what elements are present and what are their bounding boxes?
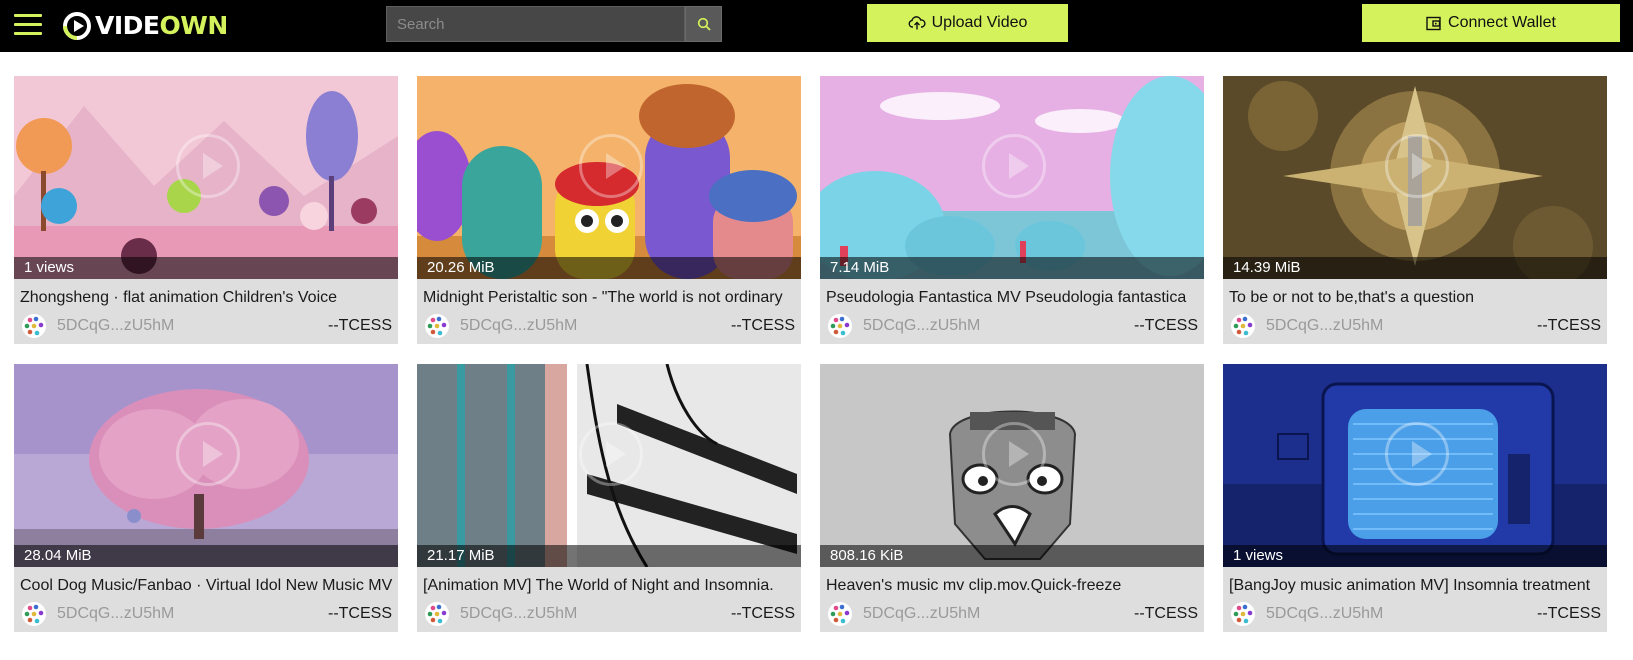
video-badge: 1 views [1223,545,1607,567]
author-name: --TCESS [328,605,392,622]
video-meta: 5DCqG...zU5hM --TCESS [423,602,795,626]
video-meta: 5DCqG...zU5hM --TCESS [826,314,1198,338]
video-card[interactable]: 20.26 MiB Midnight Peristaltic son - "Th… [417,76,801,344]
avatar [22,602,46,626]
video-card[interactable]: 14.39 MiB To be or not to be,that's a qu… [1223,76,1607,344]
author-name: --TCESS [328,317,392,334]
cloud-upload-icon [908,16,926,30]
search-bar [386,6,722,42]
wallet-icon [1426,16,1441,30]
author-name: --TCESS [731,317,795,334]
avatar [425,602,449,626]
video-badge: 21.17 MiB [417,545,801,567]
avatar [828,314,852,338]
video-card[interactable]: 7.14 MiB Pseudologia Fantastica MV Pseud… [820,76,1204,344]
play-icon [579,422,643,486]
author-name: --TCESS [1537,605,1601,622]
connect-wallet-label: Connect Wallet [1448,14,1556,31]
video-card[interactable]: 28.04 MiB Cool Dog Music/Fanbao · Virtua… [14,364,398,632]
menu-icon[interactable] [14,12,42,38]
play-icon [1385,422,1449,486]
avatar [828,602,852,626]
search-button[interactable] [685,6,722,42]
uploader-address[interactable]: 5DCqG...zU5hM [460,316,577,336]
video-meta: 5DCqG...zU5hM --TCESS [826,602,1198,626]
author-name: --TCESS [731,605,795,622]
video-title[interactable]: Cool Dog Music/Fanbao · Virtual Idol New… [20,576,394,596]
avatar [1231,314,1255,338]
uploader-address[interactable]: 5DCqG...zU5hM [863,604,980,624]
video-thumbnail[interactable] [14,364,398,567]
upload-video-button[interactable]: Upload Video [867,4,1068,42]
video-card[interactable]: 21.17 MiB [Animation MV] The World of Ni… [417,364,801,632]
video-card[interactable]: 1 views [BangJoy music animation MV] Ins… [1223,364,1607,632]
video-badge: 808.16 KiB [820,545,1204,567]
uploader-address[interactable]: 5DCqG...zU5hM [57,316,174,336]
video-thumbnail[interactable] [1223,364,1607,567]
author-name: --TCESS [1537,317,1601,334]
video-thumbnail[interactable] [820,364,1204,567]
uploader-address[interactable]: 5DCqG...zU5hM [57,604,174,624]
play-icon [982,134,1046,198]
video-title[interactable]: Heaven's music mv clip.mov.Quick-freeze [826,576,1200,596]
video-meta: 5DCqG...zU5hM --TCESS [423,314,795,338]
author-name: --TCESS [1134,317,1198,334]
video-title[interactable]: [Animation MV] The World of Night and In… [423,576,797,596]
search-input[interactable] [386,6,685,42]
play-icon [1385,134,1449,198]
top-navigation-bar: VIDEOWN Upload Video Connect Wallet [0,0,1633,52]
video-badge: 1 views [14,257,398,279]
video-thumbnail[interactable] [1223,76,1607,279]
video-card[interactable]: 808.16 KiB Heaven's music mv clip.mov.Qu… [820,364,1204,632]
videown-logo[interactable]: VIDEOWN [62,11,228,41]
video-badge: 7.14 MiB [820,257,1204,279]
video-meta: 5DCqG...zU5hM --TCESS [1229,602,1601,626]
video-meta: 5DCqG...zU5hM --TCESS [1229,314,1601,338]
play-icon [176,422,240,486]
author-name: --TCESS [1134,605,1198,622]
video-thumbnail[interactable] [417,76,801,279]
uploader-address[interactable]: 5DCqG...zU5hM [1266,604,1383,624]
video-title[interactable]: Midnight Peristaltic son - "The world is… [423,288,797,308]
logo-text-part1: VIDE [95,11,160,40]
search-icon [697,17,711,31]
video-thumbnail[interactable] [417,364,801,567]
video-thumbnail[interactable] [820,76,1204,279]
video-badge: 14.39 MiB [1223,257,1607,279]
play-icon [982,422,1046,486]
video-badge: 28.04 MiB [14,545,398,567]
video-title[interactable]: [BangJoy music animation MV] Insomnia tr… [1229,576,1603,596]
logo-text-part2: OWN [159,11,228,40]
avatar [1231,602,1255,626]
avatar [425,314,449,338]
video-meta: 5DCqG...zU5hM --TCESS [20,314,392,338]
upload-video-label: Upload Video [931,14,1028,31]
play-icon [579,134,643,198]
logo-wordmark: VIDEOWN [95,11,228,41]
logo-icon [62,11,92,41]
video-title[interactable]: Pseudologia Fantastica MV Pseudologia fa… [826,288,1200,308]
video-badge: 20.26 MiB [417,257,801,279]
video-title[interactable]: Zhongsheng · flat animation Children's V… [20,288,394,308]
avatar [22,314,46,338]
video-title[interactable]: To be or not to be,that's a question [1229,288,1603,308]
play-icon [176,134,240,198]
uploader-address[interactable]: 5DCqG...zU5hM [863,316,980,336]
uploader-address[interactable]: 5DCqG...zU5hM [460,604,577,624]
video-card[interactable]: 1 views Zhongsheng · flat animation Chil… [14,76,398,344]
video-thumbnail[interactable] [14,76,398,279]
video-meta: 5DCqG...zU5hM --TCESS [20,602,392,626]
connect-wallet-button[interactable]: Connect Wallet [1362,4,1620,42]
uploader-address[interactable]: 5DCqG...zU5hM [1266,316,1383,336]
